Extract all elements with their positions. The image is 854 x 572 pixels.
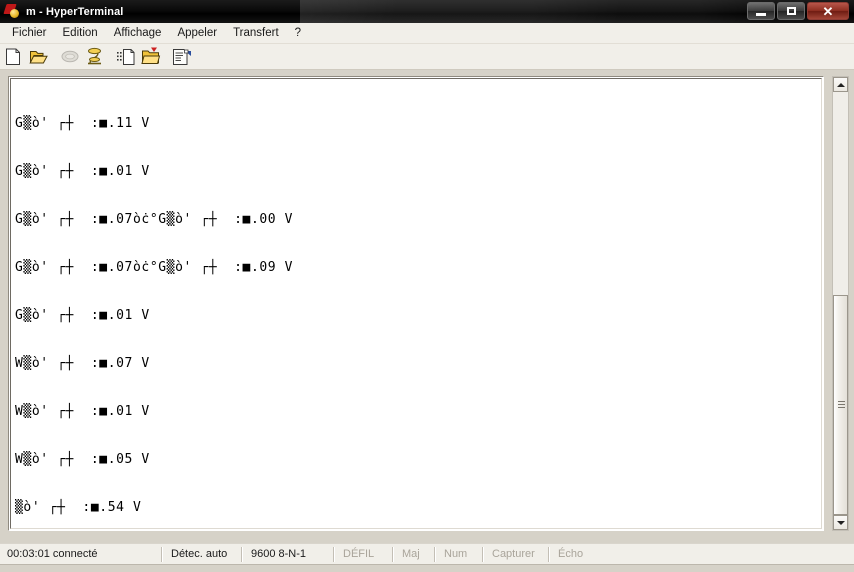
title-bar[interactable]: m - HyperTerminal ✕ [0, 0, 854, 23]
open-folder-icon [29, 51, 48, 64]
scroll-thumb-grip-icon [838, 401, 845, 409]
status-indicator-echo: Écho [558, 548, 584, 560]
scroll-down-arrow-icon [836, 520, 845, 525]
minimize-button[interactable] [747, 2, 775, 20]
terminal-screen[interactable]: G▒ò' ┌┼ :■.11 V G▒ò' ┌┼ :■.01 V G▒ò' ┌┼ … [10, 78, 822, 529]
send-file-icon [116, 48, 134, 65]
disconnect-button[interactable] [58, 46, 81, 68]
status-indicator-maj: Maj [402, 548, 420, 560]
status-divider [241, 546, 243, 562]
maximize-button[interactable] [777, 2, 805, 20]
properties-button[interactable] [170, 46, 193, 68]
properties-icon [172, 48, 191, 65]
terminal-client-area: G▒ò' ┌┼ :■.11 V G▒ò' ┌┼ :■.01 V G▒ò' ┌┼ … [0, 70, 854, 543]
status-serial-config: 9600 8-N-1 [251, 548, 307, 560]
scroll-up-arrow-icon [836, 82, 845, 87]
status-indicator-capturer: Capturer [492, 548, 535, 560]
window-title: m - HyperTerminal [26, 5, 124, 18]
scroll-up-button[interactable] [833, 77, 848, 92]
vertical-scrollbar[interactable] [832, 76, 849, 531]
new-connection-icon [6, 48, 20, 65]
toolbar [0, 44, 854, 70]
status-connection-time: 00:03:01 connecté [7, 548, 98, 560]
terminal-line: G▒ò' ┌┼ :■.11 V [15, 116, 150, 131]
terminal-line: W▒ò' ┌┼ :■.01 V [15, 404, 150, 419]
receive-file-button[interactable] [139, 46, 162, 68]
send-file-button[interactable] [114, 46, 137, 68]
menu-item-fichier[interactable]: Fichier [4, 25, 55, 41]
terminal-line: G▒ò' ┌┼ :■.01 V [15, 308, 150, 323]
status-divider [482, 546, 484, 562]
window-controls: ✕ [747, 2, 849, 20]
call-button[interactable] [83, 46, 106, 68]
menu-item-transfert[interactable]: Transfert [225, 25, 287, 41]
new-connection-button[interactable] [2, 46, 25, 68]
status-indicator-num: Num [444, 548, 468, 560]
close-icon: ✕ [822, 3, 834, 19]
scroll-thumb[interactable] [833, 295, 848, 515]
terminal-output: G▒ò' ┌┼ :■.11 V G▒ò' ┌┼ :■.01 V G▒ò' ┌┼ … [15, 84, 819, 528]
terminal-frame: G▒ò' ┌┼ :■.11 V G▒ò' ┌┼ :■.01 V G▒ò' ┌┼ … [8, 76, 824, 531]
disconnect-phone-icon [61, 50, 78, 63]
menu-item-appeler[interactable]: Appeler [169, 25, 225, 41]
status-indicator-defil: DÉFIL [343, 548, 375, 560]
status-bar: 00:03:01 connecté Détec. auto 9600 8-N-1… [0, 543, 854, 564]
minimize-icon [756, 12, 766, 16]
status-divider [548, 546, 550, 562]
menu-item-edition[interactable]: Edition [55, 25, 106, 41]
terminal-line: W▒ò' ┌┼ :■.05 V [15, 452, 150, 467]
status-divider [161, 546, 163, 562]
open-button[interactable] [27, 46, 50, 68]
maximize-icon [786, 7, 796, 15]
status-divider [434, 546, 436, 562]
status-divider [392, 546, 394, 562]
call-phone-icon [88, 47, 101, 65]
close-button[interactable]: ✕ [807, 2, 849, 20]
terminal-line: G▒ò' ┌┼ :■.07òċ°G▒ò' ┌┼ :■.00 V [15, 212, 294, 227]
scroll-down-button[interactable] [833, 515, 848, 530]
receive-file-icon [140, 47, 160, 64]
menu-item-affichage[interactable]: Affichage [106, 25, 170, 41]
terminal-line: W▒ò' ┌┼ :■.07 V [15, 356, 150, 371]
menu-bar: Fichier Edition Affichage Appeler Transf… [0, 23, 854, 44]
hyperterminal-window: m - HyperTerminal ✕ Fichier Edition Affi… [0, 0, 854, 572]
menu-item-help[interactable]: ? [287, 25, 309, 41]
status-detection: Détec. auto [171, 548, 228, 560]
hyperterminal-icon [3, 3, 21, 20]
terminal-line: G▒ò' ┌┼ :■.01 V [15, 164, 150, 179]
terminal-line: ▒ò' ┌┼ :■.54 V [15, 500, 142, 515]
window-bottom-edge [0, 564, 854, 572]
status-divider [333, 546, 335, 562]
terminal-line: G▒ò' ┌┼ :■.07òċ°G▒ò' ┌┼ :■.09 V [15, 260, 294, 275]
